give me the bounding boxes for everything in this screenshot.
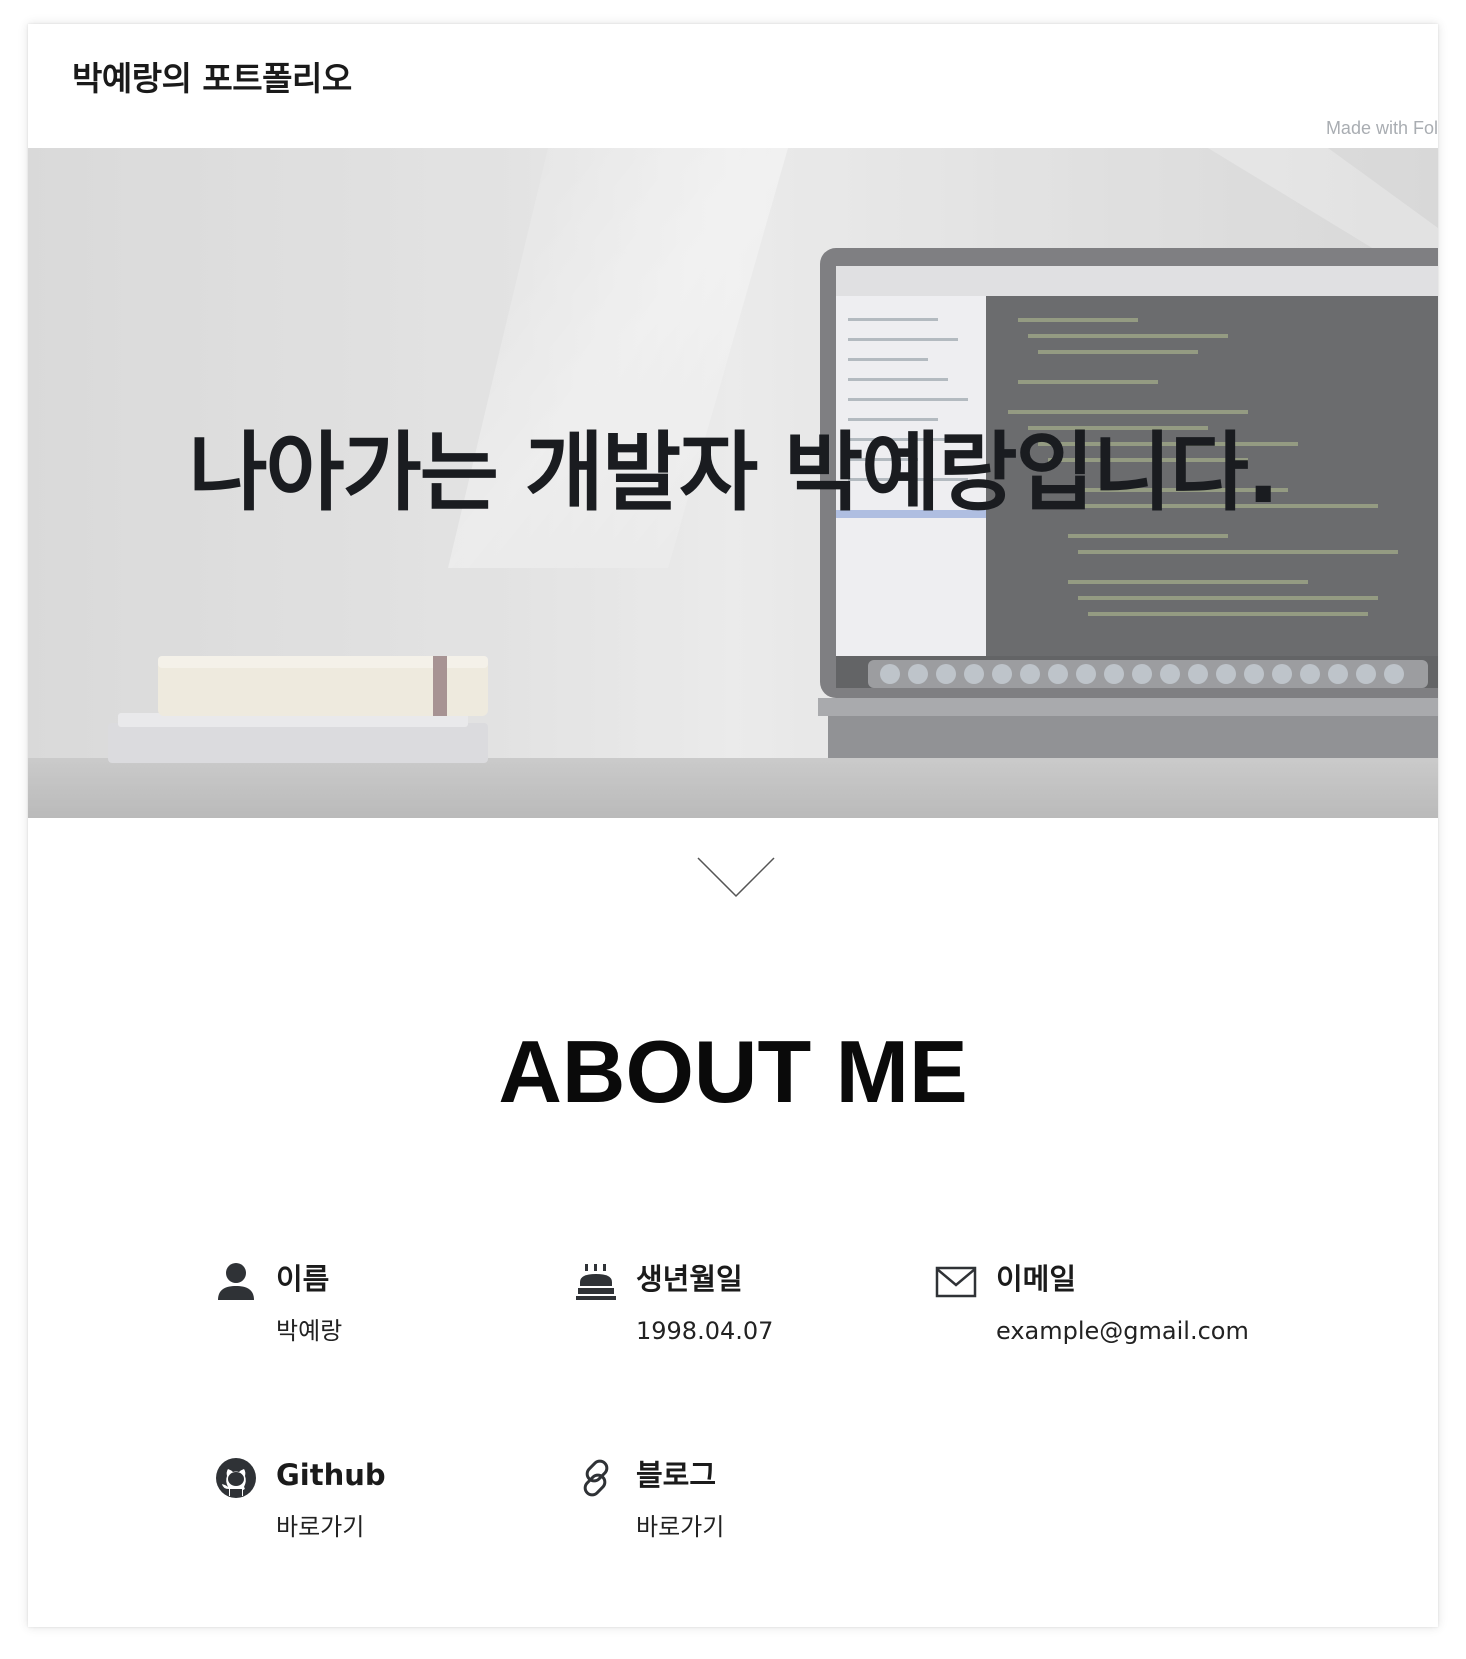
about-item-value: 1998.04.07 <box>636 1317 774 1345</box>
about-item-label: 이름 <box>276 1262 330 1296</box>
hero-banner: 나아가는 개발자 박예랑입니다. <box>28 148 1438 818</box>
made-with-folio-badge[interactable]: Made with Folio <box>1326 118 1438 139</box>
about-item-value: example@gmail.com <box>996 1317 1249 1345</box>
about-item-value: 박예랑 <box>276 1317 343 1345</box>
about-item-name: 이름 박예랑 <box>214 1260 554 1360</box>
hero-heading: 나아가는 개발자 박예랑입니다. <box>188 423 1279 523</box>
page-background: 박예랑의 포트폴리오 Made with Folio <box>0 0 1466 1659</box>
about-item-email: 이메일 example@gmail.com <box>934 1260 1274 1360</box>
about-item-blog: 블로그 바로가기 <box>574 1456 914 1556</box>
site-title[interactable]: 박예랑의 포트폴리오 <box>72 52 352 100</box>
github-icon <box>214 1456 258 1500</box>
github-link[interactable]: 바로가기 <box>276 1514 364 1541</box>
about-item-label: 블로그 <box>636 1458 717 1492</box>
about-me-heading: ABOUT ME <box>498 1022 968 1121</box>
link-icon <box>574 1456 618 1500</box>
blog-link[interactable]: 바로가기 <box>636 1514 724 1541</box>
cake-icon <box>574 1260 618 1304</box>
about-item-label: 이메일 <box>996 1262 1077 1296</box>
scroll-down-chevron-icon[interactable] <box>696 856 776 900</box>
about-item-label: 생년월일 <box>636 1262 743 1296</box>
mail-icon <box>934 1260 978 1304</box>
about-item-label: Github <box>276 1458 386 1492</box>
site-header: 박예랑의 포트폴리오 Made with Folio <box>28 24 1438 148</box>
about-item-birthday: 생년월일 1998.04.07 <box>574 1260 914 1360</box>
browser-viewport: 박예랑의 포트폴리오 Made with Folio <box>28 24 1438 1627</box>
about-item-github: Github 바로가기 <box>214 1456 554 1556</box>
person-icon <box>214 1260 258 1304</box>
